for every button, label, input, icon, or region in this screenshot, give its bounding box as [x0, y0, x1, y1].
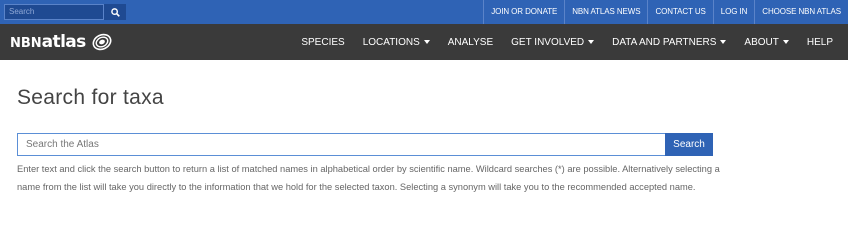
- top-links: JOIN OR DONATE NBN ATLAS NEWS CONTACT US…: [483, 0, 848, 24]
- nav-item-about[interactable]: ABOUT: [735, 37, 797, 48]
- nav-item-label: DATA AND PARTNERS: [612, 36, 717, 48]
- nav-item-label: LOCATIONS: [362, 36, 420, 48]
- caret-down-icon: [782, 40, 789, 44]
- search-button[interactable]: Search: [665, 133, 713, 156]
- nav-item-get-involved[interactable]: GET INVOLVED: [502, 37, 603, 48]
- fingerprint-logo-icon: [92, 33, 112, 51]
- nav-item-label: ABOUT: [744, 36, 779, 48]
- top-search-button[interactable]: [104, 4, 126, 20]
- nav-item-species[interactable]: SPECIES: [292, 37, 353, 48]
- caret-down-icon: [423, 40, 430, 44]
- top-search-input[interactable]: Search: [4, 4, 104, 20]
- join-or-donate-link[interactable]: JOIN OR DONATE: [483, 0, 564, 24]
- logo-wordmark: NBNatlas: [10, 32, 86, 52]
- caret-down-icon: [720, 40, 727, 44]
- nav-item-data-and-partners[interactable]: DATA AND PARTNERS: [603, 37, 735, 48]
- choose-nbn-atlas-link[interactable]: CHOOSE NBN ATLAS: [754, 0, 848, 24]
- nav-item-locations[interactable]: LOCATIONS: [354, 37, 439, 48]
- nbn-atlas-logo[interactable]: NBNatlas: [10, 31, 114, 53]
- nav-links: SPECIES LOCATIONS ANALYSE GET INVOLVED D…: [292, 24, 842, 60]
- search-help-text: Enter text and click the search button t…: [17, 164, 720, 192]
- page-title: Search for taxa: [17, 86, 164, 109]
- search-icon: [110, 7, 120, 17]
- main-navbar: NBNatlas SPECIES LOCATIONS ANALYSE GET I…: [0, 24, 848, 60]
- taxa-search-input[interactable]: [17, 133, 665, 156]
- nav-item-label: HELP: [806, 36, 833, 48]
- log-in-link[interactable]: LOG IN: [712, 0, 755, 24]
- contact-us-link[interactable]: CONTACT US: [647, 0, 712, 24]
- nbn-atlas-news-link[interactable]: NBN ATLAS NEWS: [564, 0, 647, 24]
- nav-item-label: SPECIES: [301, 36, 345, 48]
- nav-item-label: GET INVOLVED: [511, 36, 585, 48]
- nav-item-label: ANALYSE: [447, 36, 494, 48]
- nav-item-help[interactable]: HELP: [798, 37, 842, 48]
- caret-down-icon: [588, 40, 595, 44]
- nav-item-analyse[interactable]: ANALYSE: [439, 37, 502, 48]
- top-utility-bar: Search JOIN OR DONATE NBN ATLAS NEWS CON…: [0, 0, 848, 24]
